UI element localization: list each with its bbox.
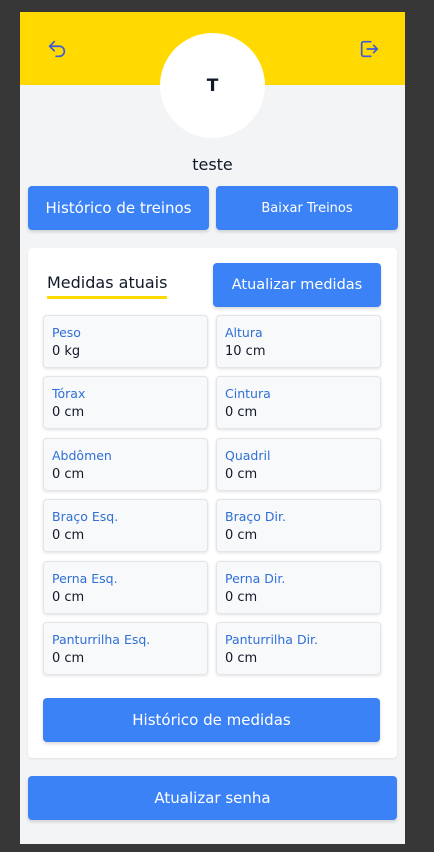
measure-value: 0 cm (225, 528, 258, 543)
measure-abdomen: Abdômen 0 cm (43, 438, 208, 491)
measure-label: Perna Esq. (52, 571, 118, 586)
measure-value: 10 cm (225, 344, 266, 359)
measure-label: Panturrilha Dir. (225, 632, 319, 647)
back-button[interactable] (44, 36, 70, 62)
measure-label: Quadril (225, 448, 271, 463)
measure-torax: Tórax 0 cm (43, 376, 208, 429)
measure-value: 0 cm (225, 651, 258, 666)
measure-label: Cintura (225, 386, 271, 401)
undo-arrow-icon (48, 40, 66, 58)
measure-panturrilha-esq: Panturrilha Esq. 0 cm (43, 622, 208, 675)
logout-button[interactable] (356, 36, 382, 62)
historico-medidas-button[interactable]: Histórico de medidas (43, 698, 380, 742)
measure-label: Perna Dir. (225, 571, 286, 586)
avatar: T (168, 41, 257, 130)
measure-peso: Peso 0 kg (43, 315, 208, 368)
measure-altura: Altura 10 cm (216, 315, 381, 368)
username: teste (192, 155, 233, 174)
measure-value: 0 cm (52, 590, 85, 605)
medidas-title: Medidas atuais (47, 273, 168, 299)
measure-label: Tórax (52, 386, 86, 401)
baixar-treinos-button[interactable]: Baixar Treinos (216, 186, 398, 230)
measure-value: 0 cm (52, 405, 85, 420)
historico-treinos-button[interactable]: Histórico de treinos (28, 186, 209, 230)
measure-perna-esq: Perna Esq. 0 cm (43, 561, 208, 614)
atualizar-senha-button[interactable]: Atualizar senha (28, 776, 397, 820)
profile-screen: T teste Histórico de treinos Baixar Trei… (20, 12, 405, 844)
measure-quadril: Quadril 0 cm (216, 438, 381, 491)
measure-perna-dir: Perna Dir. 0 cm (216, 561, 381, 614)
measure-label: Panturrilha Esq. (52, 632, 151, 647)
measure-value: 0 cm (52, 651, 85, 666)
measure-value: 0 cm (52, 528, 85, 543)
medidas-card: Medidas atuais Atualizar medidas Peso 0 … (28, 248, 397, 758)
measure-braco-esq: Braço Esq. 0 cm (43, 499, 208, 552)
measure-value: 0 cm (225, 590, 258, 605)
measure-value: 0 kg (52, 344, 81, 359)
measure-label: Peso (52, 325, 81, 340)
measure-braco-dir: Braço Dir. 0 cm (216, 499, 381, 552)
measure-value: 0 cm (225, 405, 258, 420)
measure-cintura: Cintura 0 cm (216, 376, 381, 429)
measure-value: 0 cm (52, 467, 85, 482)
measure-panturrilha-dir: Panturrilha Dir. 0 cm (216, 622, 381, 675)
atualizar-medidas-button[interactable]: Atualizar medidas (213, 263, 381, 307)
measure-label: Altura (225, 325, 263, 340)
logout-icon (360, 40, 379, 58)
measure-label: Braço Dir. (225, 509, 286, 524)
measure-label: Braço Esq. (52, 509, 119, 524)
measure-label: Abdômen (52, 448, 112, 463)
measure-value: 0 cm (225, 467, 258, 482)
